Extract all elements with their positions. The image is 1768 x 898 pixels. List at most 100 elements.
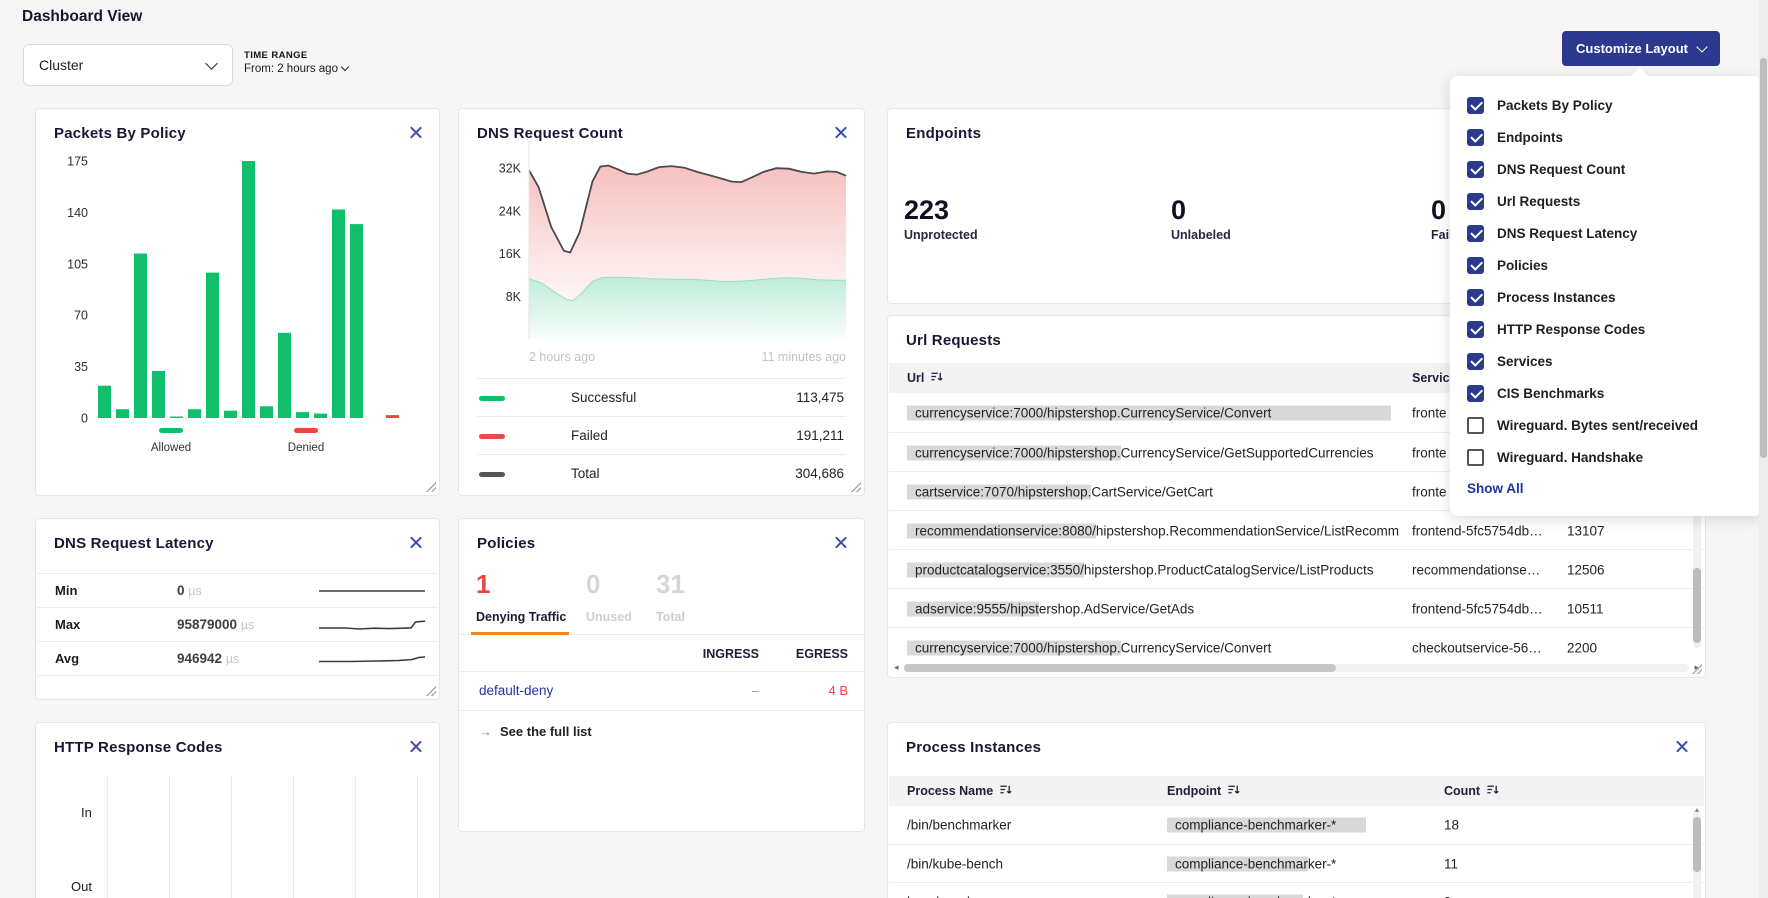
resize-handle-icon[interactable] <box>850 481 861 492</box>
scroll-left-icon[interactable]: ◂ <box>894 663 899 672</box>
show-all-link[interactable]: Show All <box>1467 481 1524 496</box>
menu-item-cis-benchmarks[interactable]: CIS Benchmarks <box>1450 377 1762 409</box>
url-request-row[interactable]: productcatalogservice:3550/hipstershop.P… <box>889 549 1704 589</box>
column-header-egress: EGRESS <box>769 647 848 661</box>
resize-handle-icon[interactable] <box>425 685 436 696</box>
checked-checkbox-icon[interactable] <box>1467 97 1484 114</box>
svg-text:0: 0 <box>81 412 88 426</box>
chevron-down-icon <box>341 63 349 71</box>
count-cell: 9 <box>1444 895 1534 898</box>
menu-item-dns-request-latency[interactable]: DNS Request Latency <box>1450 217 1762 249</box>
menu-item-endpoints[interactable]: Endpoints <box>1450 121 1762 153</box>
policies-card: Policies 1Denying Traffic0Unused31Total … <box>458 518 865 832</box>
svg-text:35: 35 <box>74 360 88 374</box>
count-cell: 13107 <box>1567 523 1657 538</box>
url-cell: adservice:9555/hipstershop.AdService/Get… <box>907 601 1401 616</box>
menu-item-label: CIS Benchmarks <box>1497 386 1604 401</box>
view-selector[interactable]: Cluster <box>23 44 233 86</box>
checked-checkbox-icon[interactable] <box>1467 193 1484 210</box>
column-header-url[interactable]: Url <box>907 370 943 386</box>
close-icon[interactable] <box>408 739 423 754</box>
legend-swatch <box>479 434 505 439</box>
see-full-list-link[interactable]: →See the full list <box>479 724 592 739</box>
unchecked-checkbox-icon[interactable] <box>1467 449 1484 466</box>
process-instance-row[interactable]: benchmarkercompliance-benchmarker-*9 <box>889 882 1704 898</box>
close-icon[interactable] <box>833 535 848 550</box>
card-title: Url Requests <box>906 332 1001 349</box>
unchecked-checkbox-icon[interactable] <box>1467 417 1484 434</box>
vertical-scrollbar[interactable]: ▲ <box>1693 809 1701 898</box>
url-request-row[interactable]: adservice:9555/hipstershop.AdService/Get… <box>889 588 1704 628</box>
checked-checkbox-icon[interactable] <box>1467 321 1484 338</box>
checked-checkbox-icon[interactable] <box>1467 225 1484 242</box>
sort-icon <box>999 783 1012 799</box>
service-cell: frontend-5fc5754db… <box>1412 523 1560 538</box>
endpoint-cell: compliance-benchmarker-* <box>1167 857 1432 872</box>
time-range-from[interactable]: From: 2 hours ago <box>244 63 348 75</box>
packets-by-policy-card: Packets By Policy 03570105140175AllowedD… <box>35 108 440 496</box>
policies-stat-denying-traffic[interactable]: 1Denying Traffic <box>476 571 566 624</box>
menu-item-label: Services <box>1497 354 1553 369</box>
checked-checkbox-icon[interactable] <box>1467 161 1484 178</box>
url-request-row[interactable]: currencyservice:7000/hipstershop.Currenc… <box>889 627 1704 667</box>
service-cell: checkoutservice-56… <box>1412 640 1560 655</box>
count-cell: 11 <box>1444 857 1534 872</box>
column-header-process-name[interactable]: Process Name <box>907 783 1012 799</box>
checked-checkbox-icon[interactable] <box>1467 353 1484 370</box>
menu-item-wireguard-handshake[interactable]: Wireguard. Handshake <box>1450 441 1762 473</box>
column-header-count[interactable]: Count <box>1444 783 1499 799</box>
policy-ingress-value: – <box>714 683 759 698</box>
checked-checkbox-icon[interactable] <box>1467 257 1484 274</box>
url-cell: currencyservice:7000/hipstershop.Currenc… <box>907 445 1401 460</box>
dns-request-count-card: DNS Request Count 8K16K24K32K2 hours ago… <box>458 108 865 496</box>
endpoint-stat-unlabeled: 0Unlabeled <box>1171 197 1231 242</box>
policy-egress-value: 4 B <box>803 683 848 698</box>
policies-stat-total[interactable]: 31Total <box>656 571 685 624</box>
process-instances-header: Process Name Endpoint Count <box>889 776 1704 806</box>
menu-item-process-instances[interactable]: Process Instances <box>1450 281 1762 313</box>
menu-notch <box>1630 67 1648 85</box>
policies-stat-unused[interactable]: 0Unused <box>586 571 632 624</box>
dns-request-count-chart: 8K16K24K32K2 hours ago11 minutes ago <box>459 109 864 369</box>
url-request-row[interactable]: recommendationservice:8080/hipstershop.R… <box>889 510 1704 550</box>
close-icon[interactable] <box>408 535 423 550</box>
menu-item-http-response-codes[interactable]: HTTP Response Codes <box>1450 313 1762 345</box>
url-cell: recommendationservice:8080/hipstershop.R… <box>907 523 1401 538</box>
svg-text:2 hours ago: 2 hours ago <box>529 350 595 364</box>
svg-text:8K: 8K <box>506 290 522 304</box>
url-cell: currencyservice:7000/hipstershop.Currenc… <box>907 405 1401 420</box>
service-cell: frontend-5fc5754db… <box>1412 601 1560 616</box>
legend-label: Total <box>571 466 600 481</box>
latency-row-avg: Avg946942 µs <box>37 641 438 676</box>
menu-item-services[interactable]: Services <box>1450 345 1762 377</box>
endpoint-cell: compliance-benchmarker-* <box>1167 895 1432 898</box>
menu-item-url-requests[interactable]: Url Requests <box>1450 185 1762 217</box>
menu-item-policies[interactable]: Policies <box>1450 249 1762 281</box>
menu-item-wireguard-bytes-sent-received[interactable]: Wireguard. Bytes sent/received <box>1450 409 1762 441</box>
legend-row-successful: Successful113,475 <box>477 378 846 417</box>
horizontal-scrollbar[interactable]: ◂ ▸ <box>894 663 1699 672</box>
customize-layout-button[interactable]: Customize Layout <box>1562 31 1720 66</box>
checked-checkbox-icon[interactable] <box>1467 129 1484 146</box>
latency-value: 946942 µs <box>177 651 239 666</box>
dns-request-latency-card: DNS Request Latency Min0 µsMax95879000 µ… <box>35 518 440 700</box>
sort-icon <box>930 370 943 386</box>
legend-label: Failed <box>571 428 608 443</box>
svg-text:32K: 32K <box>499 162 522 176</box>
process-instance-row[interactable]: /bin/kube-benchcompliance-benchmarker-*1… <box>889 844 1704 883</box>
close-icon[interactable] <box>1674 739 1689 754</box>
legend-row-failed: Failed191,211 <box>477 416 846 455</box>
dashboard-screen: Dashboard View Cluster TIME RANGE From: … <box>0 0 1768 898</box>
latency-sparkline <box>319 615 425 635</box>
menu-item-dns-request-count[interactable]: DNS Request Count <box>1450 153 1762 185</box>
view-selector-value: Cluster <box>39 57 83 73</box>
menu-item-label: HTTP Response Codes <box>1497 322 1645 337</box>
menu-item-packets-by-policy[interactable]: Packets By Policy <box>1450 89 1762 121</box>
column-header-endpoint[interactable]: Endpoint <box>1167 783 1240 799</box>
page-scrollbar[interactable] <box>1759 0 1768 898</box>
process-instance-row[interactable]: /bin/benchmarkercompliance-benchmarker-*… <box>889 806 1704 844</box>
card-title: HTTP Response Codes <box>54 739 223 756</box>
checked-checkbox-icon[interactable] <box>1467 289 1484 306</box>
checked-checkbox-icon[interactable] <box>1467 385 1484 402</box>
policy-link[interactable]: default-deny <box>479 683 553 698</box>
